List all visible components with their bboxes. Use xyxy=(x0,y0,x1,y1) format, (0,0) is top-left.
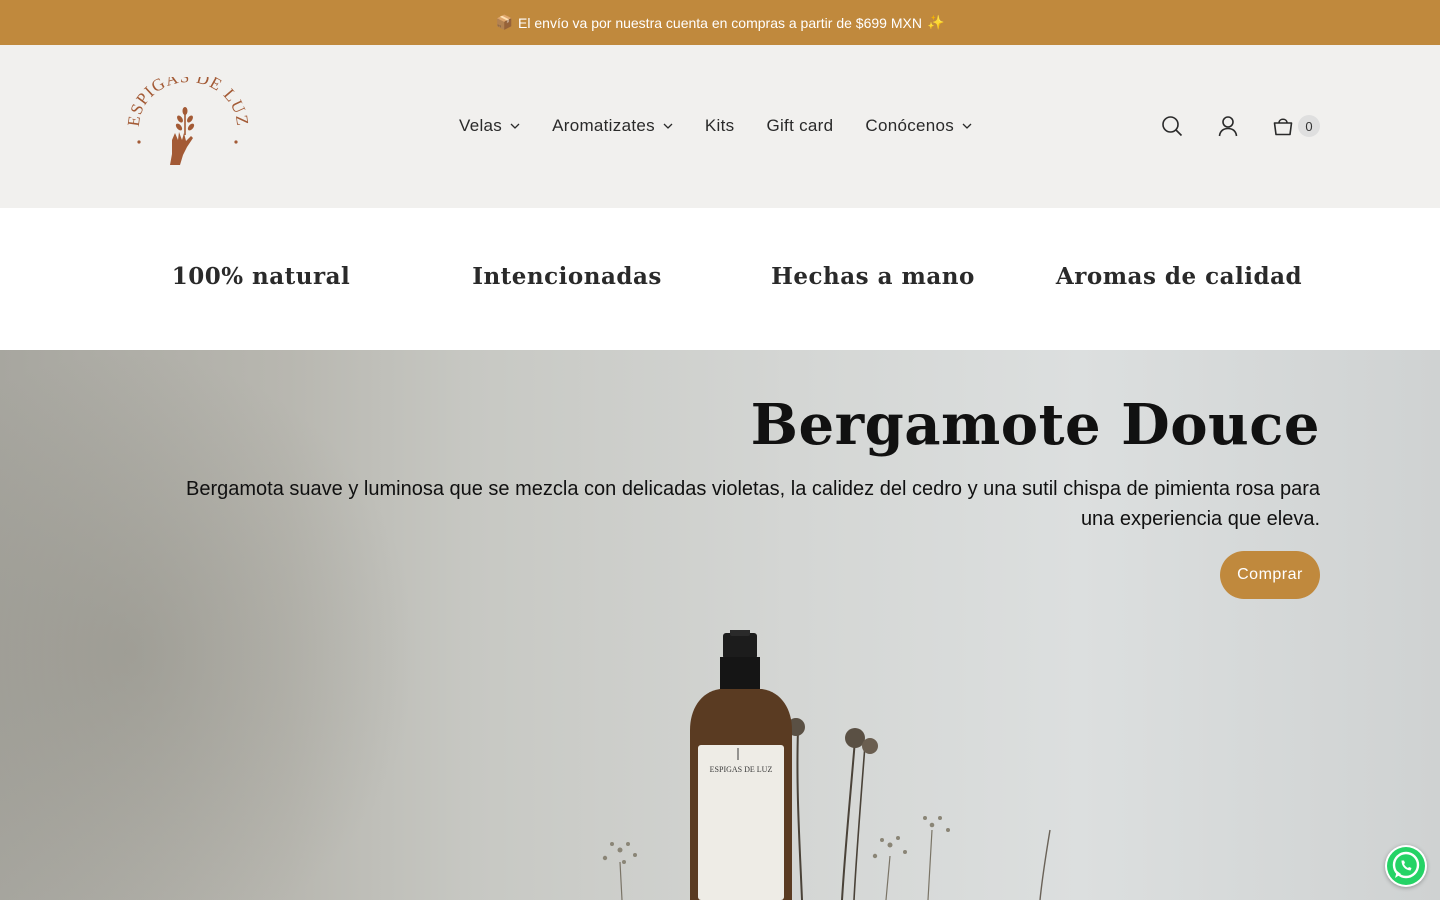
value-props: 100% natural Intencionadas Hechas a mano… xyxy=(0,208,1440,350)
value-prop: Hechas a mano xyxy=(771,263,975,290)
account-button[interactable] xyxy=(1216,114,1240,138)
site-header: ESPIGAS DE LUZ Velas Aromatizates Kits xyxy=(0,45,1440,208)
nav-item-label: Gift card xyxy=(766,116,834,135)
value-prop: Intencionadas xyxy=(472,263,662,290)
value-prop: Aromas de calidad xyxy=(1055,263,1303,290)
announcement-text: El envío va por nuestra cuenta en compra… xyxy=(518,14,922,31)
whatsapp-icon xyxy=(1387,847,1425,885)
nav-item-conocenos[interactable]: Conócenos xyxy=(865,116,972,136)
value-prop: 100% natural xyxy=(171,263,351,290)
logo-graphic: ESPIGAS DE LUZ xyxy=(124,67,251,165)
shop-now-button[interactable]: Comprar xyxy=(1220,551,1320,599)
cart-button[interactable]: 0 xyxy=(1272,115,1320,137)
chevron-down-icon xyxy=(962,123,972,129)
nav-item-label: Kits xyxy=(704,116,735,135)
whatsapp-button[interactable] xyxy=(1385,845,1427,887)
hero-description: Bergamota suave y luminosa que se mezcla… xyxy=(186,478,1320,530)
sparkles-icon: ✨ xyxy=(926,14,945,30)
search-button[interactable] xyxy=(1160,114,1184,138)
nav-item-gift-card[interactable]: Gift card xyxy=(766,116,833,136)
hero-banner: ESPIGAS DE LUZ Bergamote Douce Bergamota… xyxy=(0,350,1440,900)
main-nav: Velas Aromatizates Kits Gift card Conóce… xyxy=(459,111,972,141)
nav-item-label: Velas xyxy=(459,116,503,135)
hero-product-image: ESPIGAS DE LUZ xyxy=(602,630,1051,900)
chevron-down-icon xyxy=(510,123,520,129)
nav-item-label: Aromatizates xyxy=(552,116,655,135)
logo[interactable]: ESPIGAS DE LUZ xyxy=(124,67,251,177)
hero-title: Bergamote Douce xyxy=(750,392,1320,458)
announcement-bar: 📦 El envío va por nuestra cuenta en comp… xyxy=(0,0,1440,45)
nav-item-velas[interactable]: Velas xyxy=(459,116,520,136)
package-icon: 📦 xyxy=(495,14,514,30)
nav-item-label: Conócenos xyxy=(865,116,955,135)
cart-count-badge: 0 xyxy=(1298,115,1320,137)
account-icon xyxy=(1218,116,1238,137)
nav-item-aromatizates[interactable]: Aromatizates xyxy=(552,116,673,136)
nav-item-kits[interactable]: Kits xyxy=(705,116,735,136)
svg-text:ESPIGAS DE LUZ: ESPIGAS DE LUZ xyxy=(710,765,773,774)
hero-background-texture xyxy=(0,350,420,900)
chevron-down-icon xyxy=(663,123,673,129)
search-icon xyxy=(1162,116,1183,137)
cart-icon xyxy=(1273,118,1293,136)
header-actions: 0 xyxy=(1160,111,1320,141)
